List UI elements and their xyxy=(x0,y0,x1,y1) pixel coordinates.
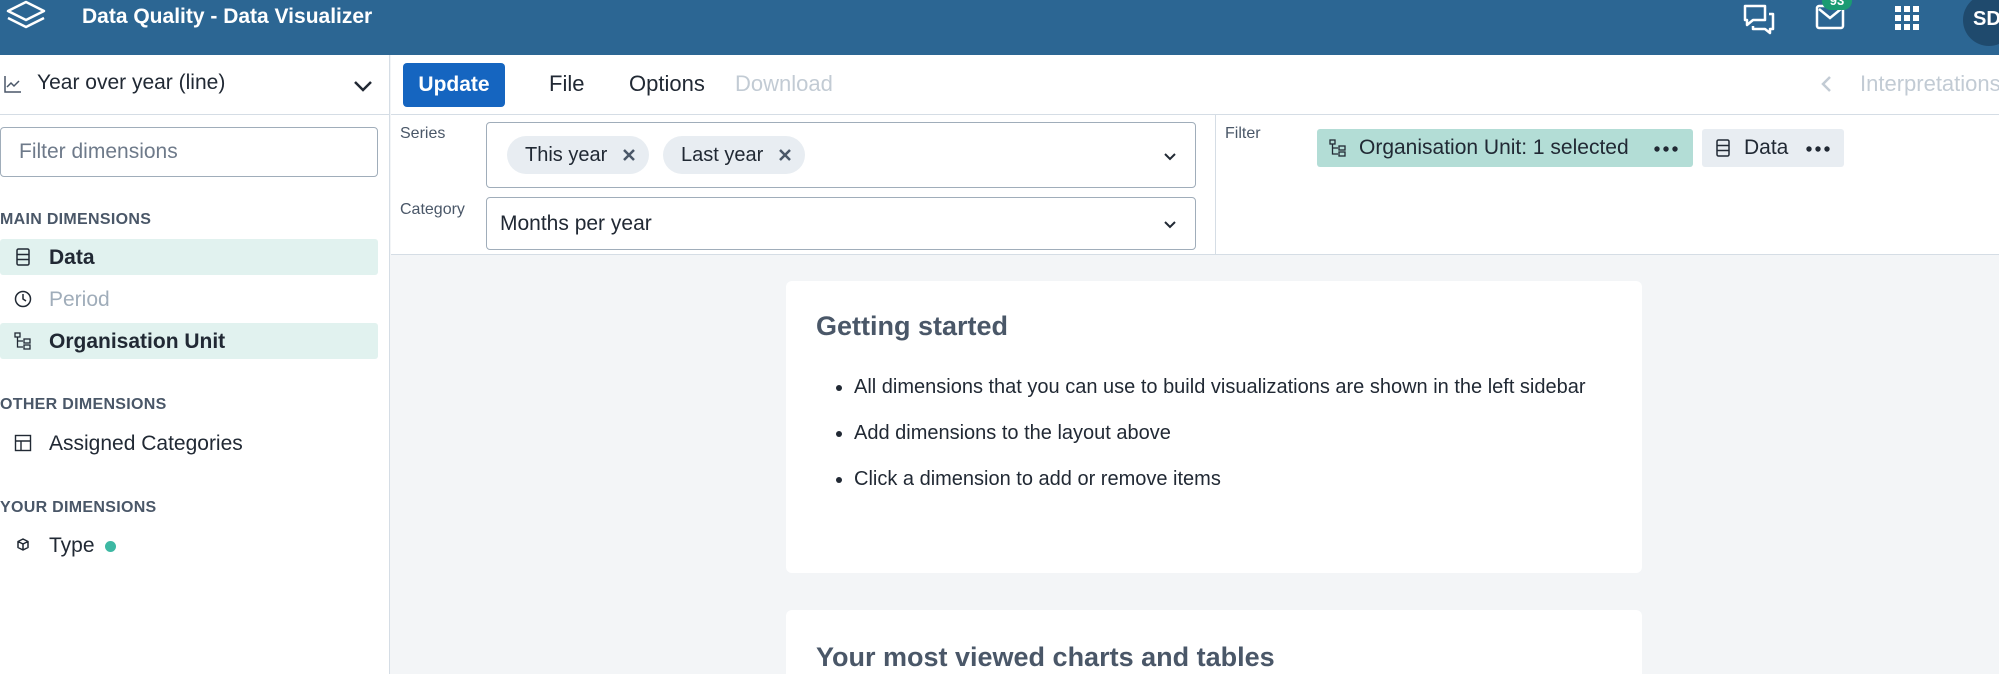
category-value: Months per year xyxy=(500,212,652,235)
app-title: Data Quality - Data Visualizer xyxy=(82,5,373,28)
remove-chip-icon[interactable] xyxy=(619,145,639,165)
most-viewed-title: Your most viewed charts and tables xyxy=(816,642,1275,672)
chevron-down-icon xyxy=(354,81,372,92)
other-dimensions-heading: OTHER DIMENSIONS xyxy=(0,396,167,413)
dimension-type[interactable]: Type xyxy=(0,527,378,563)
clock-icon xyxy=(14,290,32,308)
getting-started-card: Getting started All dimensions that you … xyxy=(786,281,1642,573)
series-axis-label: Series xyxy=(400,125,446,142)
visualization-type-label: Year over year (line) xyxy=(37,71,226,94)
visualization-type-selector[interactable]: Year over year (line) xyxy=(0,55,390,115)
app-header: Data Quality - Data Visualizer 93 SD xyxy=(0,0,1999,55)
filter-axis-label: Filter xyxy=(1225,125,1261,142)
series-chip-this-year[interactable]: This year xyxy=(507,136,649,174)
org-tree-icon xyxy=(1329,139,1346,157)
category-axis-label: Category xyxy=(400,201,465,218)
org-tree-icon xyxy=(14,332,31,350)
app-logo-icon[interactable] xyxy=(4,0,48,36)
main-dimensions-heading: MAIN DIMENSIONS xyxy=(0,211,152,228)
remove-chip-icon[interactable] xyxy=(775,145,795,165)
dimension-period[interactable]: Period xyxy=(0,281,378,317)
getting-started-tips: All dimensions that you can use to build… xyxy=(854,373,1614,511)
cube-icon xyxy=(17,538,29,551)
data-icon xyxy=(1716,139,1730,157)
filter-chip-organisation-unit[interactable]: Organisation Unit: 1 selected xyxy=(1317,129,1693,167)
table-icon xyxy=(14,434,32,452)
more-options-icon[interactable] xyxy=(1654,146,1678,152)
filter-dimensions-input[interactable] xyxy=(0,127,378,177)
apps-grid-icon[interactable] xyxy=(1888,0,1928,36)
chip-label: Last year xyxy=(681,144,764,166)
series-chip-last-year[interactable]: Last year xyxy=(663,136,805,174)
tip-item: Add dimensions to the layout above xyxy=(854,419,1614,447)
update-button[interactable]: Update xyxy=(403,63,505,107)
getting-started-title: Getting started xyxy=(816,311,1009,341)
chevron-down-icon[interactable] xyxy=(1161,147,1179,165)
dimension-assigned-categories[interactable]: Assigned Categories xyxy=(0,425,378,461)
options-menu[interactable]: Options xyxy=(629,71,705,97)
dimension-label: Period xyxy=(49,288,110,311)
filter-chip-label: Data xyxy=(1744,136,1789,159)
tip-item: Click a dimension to add or remove items xyxy=(854,465,1614,493)
interpretations-toggle[interactable]: Interpretations xyxy=(1860,71,1999,97)
toolbar: Update File Options Download Interpretat… xyxy=(391,55,1999,115)
file-menu[interactable]: File xyxy=(549,71,584,97)
layout-area: Series This year Last year Category Mont… xyxy=(391,115,1999,255)
chevron-left-icon[interactable] xyxy=(1816,73,1838,95)
filter-chip-label: Organisation Unit: 1 selected xyxy=(1359,136,1629,159)
dimension-label: Data xyxy=(49,246,95,269)
chevron-down-icon xyxy=(1164,221,1176,229)
line-chart-icon xyxy=(4,76,21,93)
dimension-data[interactable]: Data xyxy=(0,239,378,275)
dimension-label: Organisation Unit xyxy=(49,330,226,353)
filter-chip-data[interactable]: Data xyxy=(1702,129,1844,167)
interpretations-chat-icon[interactable] xyxy=(1739,0,1779,36)
dimensions-panel: Year over year (line) MAIN DIMENSIONS Da… xyxy=(0,55,390,674)
messages-count-badge: 93 xyxy=(1822,0,1852,10)
dimension-organisation-unit[interactable]: Organisation Unit xyxy=(0,323,378,359)
tip-item: All dimensions that you can use to build… xyxy=(854,373,1614,401)
category-select[interactable]: Months per year xyxy=(486,197,1196,250)
your-dimensions-heading: YOUR DIMENSIONS xyxy=(0,499,157,516)
layout-divider xyxy=(1215,115,1216,255)
user-avatar[interactable]: SD xyxy=(1963,0,1999,46)
chip-label: This year xyxy=(525,144,608,166)
dimension-label: Assigned Categories xyxy=(49,432,243,455)
data-icon xyxy=(16,248,30,266)
more-options-icon[interactable] xyxy=(1806,146,1830,152)
download-menu[interactable]: Download xyxy=(735,71,833,97)
most-viewed-card: Your most viewed charts and tables xyxy=(786,610,1642,674)
dimension-label: Type xyxy=(49,534,95,557)
series-axis-dropzone[interactable]: This year Last year xyxy=(486,122,1196,188)
dimension-status-dot xyxy=(105,541,116,552)
